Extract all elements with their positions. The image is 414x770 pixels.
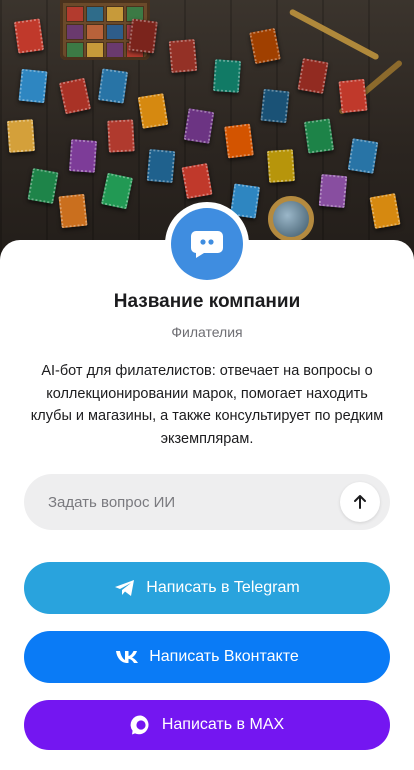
- arrow-up-icon: [354, 495, 366, 509]
- vk-icon: [115, 650, 139, 664]
- company-description: AI-бот для филателистов: отвечает на воп…: [30, 363, 384, 447]
- vk-button-label: Написать Вконтакте: [149, 648, 299, 665]
- ask-ai-input[interactable]: [48, 493, 340, 511]
- company-category: Филателия: [171, 324, 243, 340]
- vk-button[interactable]: Написать Вконтакте: [24, 631, 390, 683]
- telegram-button[interactable]: Написать в Telegram: [24, 562, 390, 614]
- max-icon: [130, 714, 152, 736]
- avatar: [165, 202, 249, 286]
- max-button[interactable]: Написать в MAX: [24, 700, 390, 750]
- max-button-label: Написать в MAX: [161, 716, 285, 733]
- telegram-icon: [114, 579, 136, 597]
- telegram-button-label: Написать в Telegram: [146, 579, 300, 596]
- ask-ai-field[interactable]: [24, 474, 390, 530]
- magnifier-image: [268, 196, 314, 242]
- chat-bubble-icon: [171, 208, 243, 280]
- send-button[interactable]: [340, 482, 380, 522]
- company-name: Название компании: [113, 291, 301, 312]
